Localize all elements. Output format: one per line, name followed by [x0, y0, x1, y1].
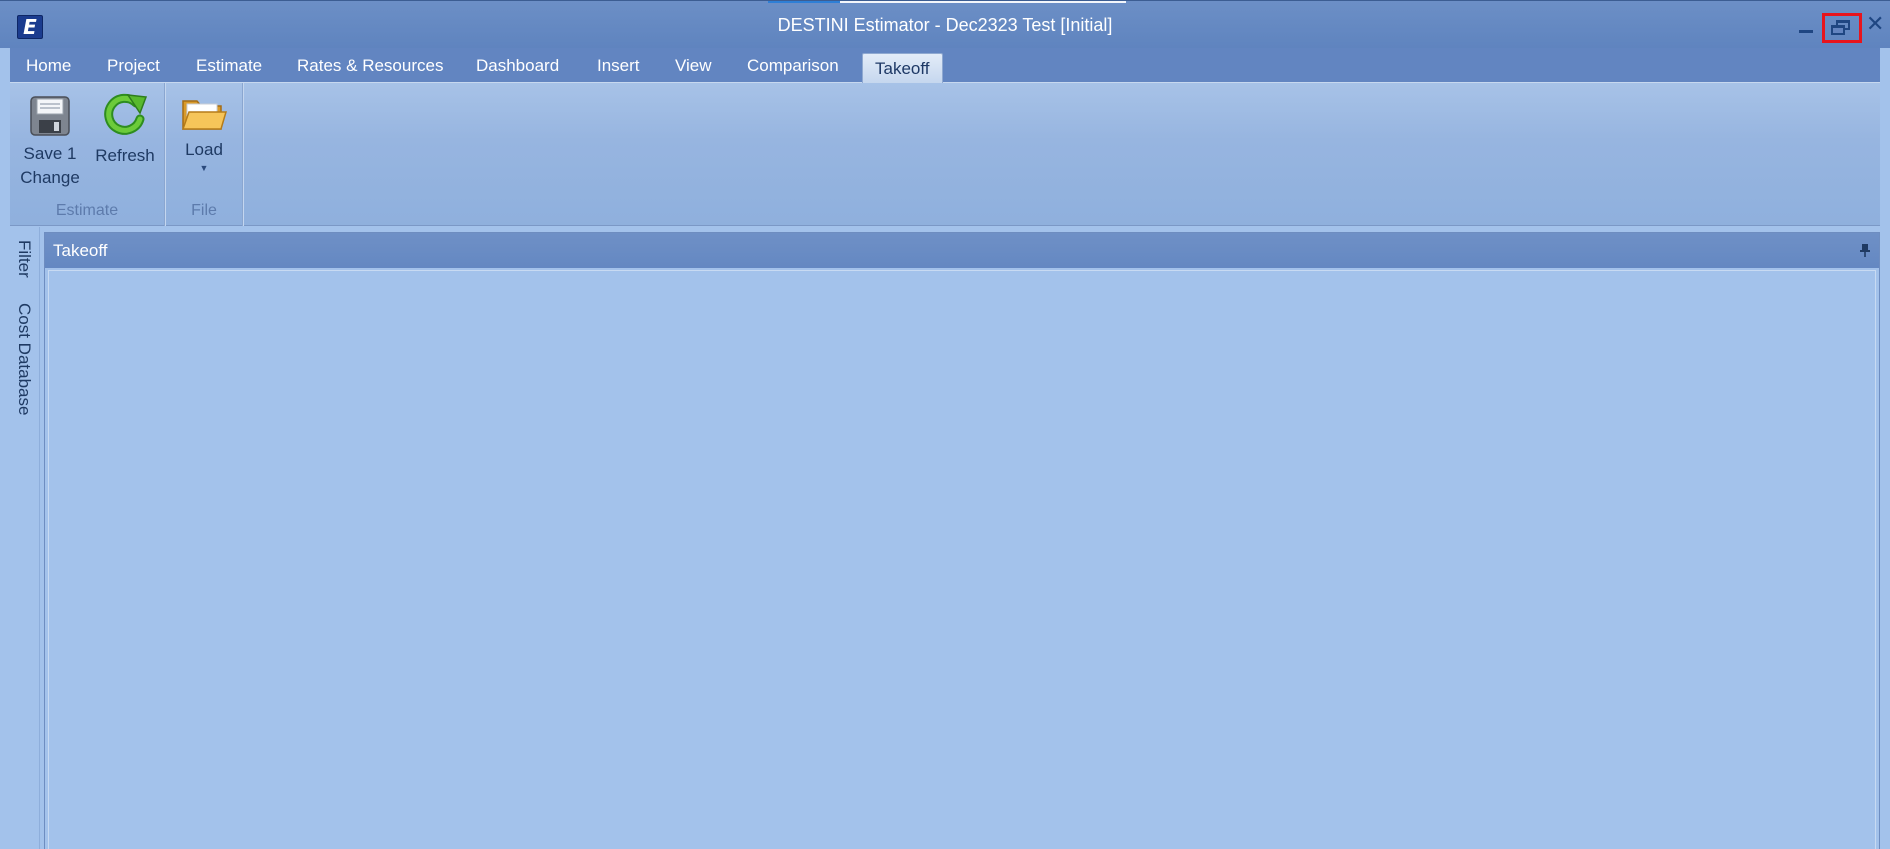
- title-accent-strip-light: [840, 1, 1126, 3]
- side-tab-filter[interactable]: Filter: [14, 240, 34, 278]
- app-window: E DESTINI Estimator - Dec2323 Test [Init…: [0, 0, 1890, 849]
- ribbon-group-label-file: File: [191, 202, 217, 219]
- tab-takeoff[interactable]: Takeoff: [862, 53, 943, 84]
- tab-comparison[interactable]: Comparison: [747, 48, 839, 83]
- tab-project[interactable]: Project: [107, 48, 160, 83]
- floppy-disk-icon: [30, 96, 70, 136]
- close-icon: ✕: [1866, 11, 1885, 36]
- refresh-label: Refresh: [95, 146, 155, 165]
- save-label-line2: Change: [20, 168, 80, 187]
- refresh-icon: [104, 93, 148, 135]
- annotation-highlight-box: [1822, 13, 1862, 43]
- tab-estimate[interactable]: Estimate: [196, 48, 262, 83]
- side-tab-cost-database[interactable]: Cost Database: [14, 303, 34, 415]
- ribbon-tab-bar: Home Project Estimate Rates & Resources …: [10, 48, 1880, 84]
- folder-icon: [181, 100, 228, 130]
- side-panel-tabs: Filter Cost Database: [10, 227, 40, 849]
- refresh-button[interactable]: Refresh: [90, 83, 160, 168]
- save-label-line1: Save 1: [23, 144, 77, 163]
- tab-home[interactable]: Home: [26, 48, 71, 83]
- load-button[interactable]: Load ▼: [168, 83, 240, 174]
- tab-view[interactable]: View: [675, 48, 712, 83]
- panel-header: Takeoff: [45, 233, 1879, 268]
- restore-button[interactable]: [1822, 13, 1862, 43]
- takeoff-panel: Takeoff: [44, 232, 1880, 849]
- window-title: DESTINI Estimator - Dec2323 Test [Initia…: [777, 15, 1113, 35]
- tab-dashboard[interactable]: Dashboard: [476, 48, 559, 83]
- pin-icon[interactable]: [1859, 243, 1871, 257]
- minimize-icon: [1799, 30, 1813, 33]
- ribbon-group-label-estimate: Estimate: [55, 202, 119, 219]
- tab-rates-resources[interactable]: Rates & Resources: [297, 48, 443, 83]
- ribbon: Save 1 Change Refresh Estimate Load ▼ Fi…: [10, 83, 1880, 226]
- title-bar: E DESTINI Estimator - Dec2323 Test [Init…: [0, 0, 1890, 48]
- save-changes-button[interactable]: Save 1 Change: [15, 83, 85, 190]
- load-label: Load: [185, 140, 223, 159]
- panel-title: Takeoff: [53, 241, 108, 260]
- close-button[interactable]: ✕: [1866, 13, 1884, 35]
- chevron-down-icon[interactable]: ▼: [168, 162, 240, 174]
- title-accent-strip: [768, 1, 840, 3]
- tab-insert[interactable]: Insert: [597, 48, 640, 83]
- ribbon-group-file: Load ▼ File: [166, 83, 243, 226]
- takeoff-workspace[interactable]: [48, 270, 1876, 849]
- ribbon-group-estimate: Save 1 Change Refresh Estimate: [10, 83, 165, 226]
